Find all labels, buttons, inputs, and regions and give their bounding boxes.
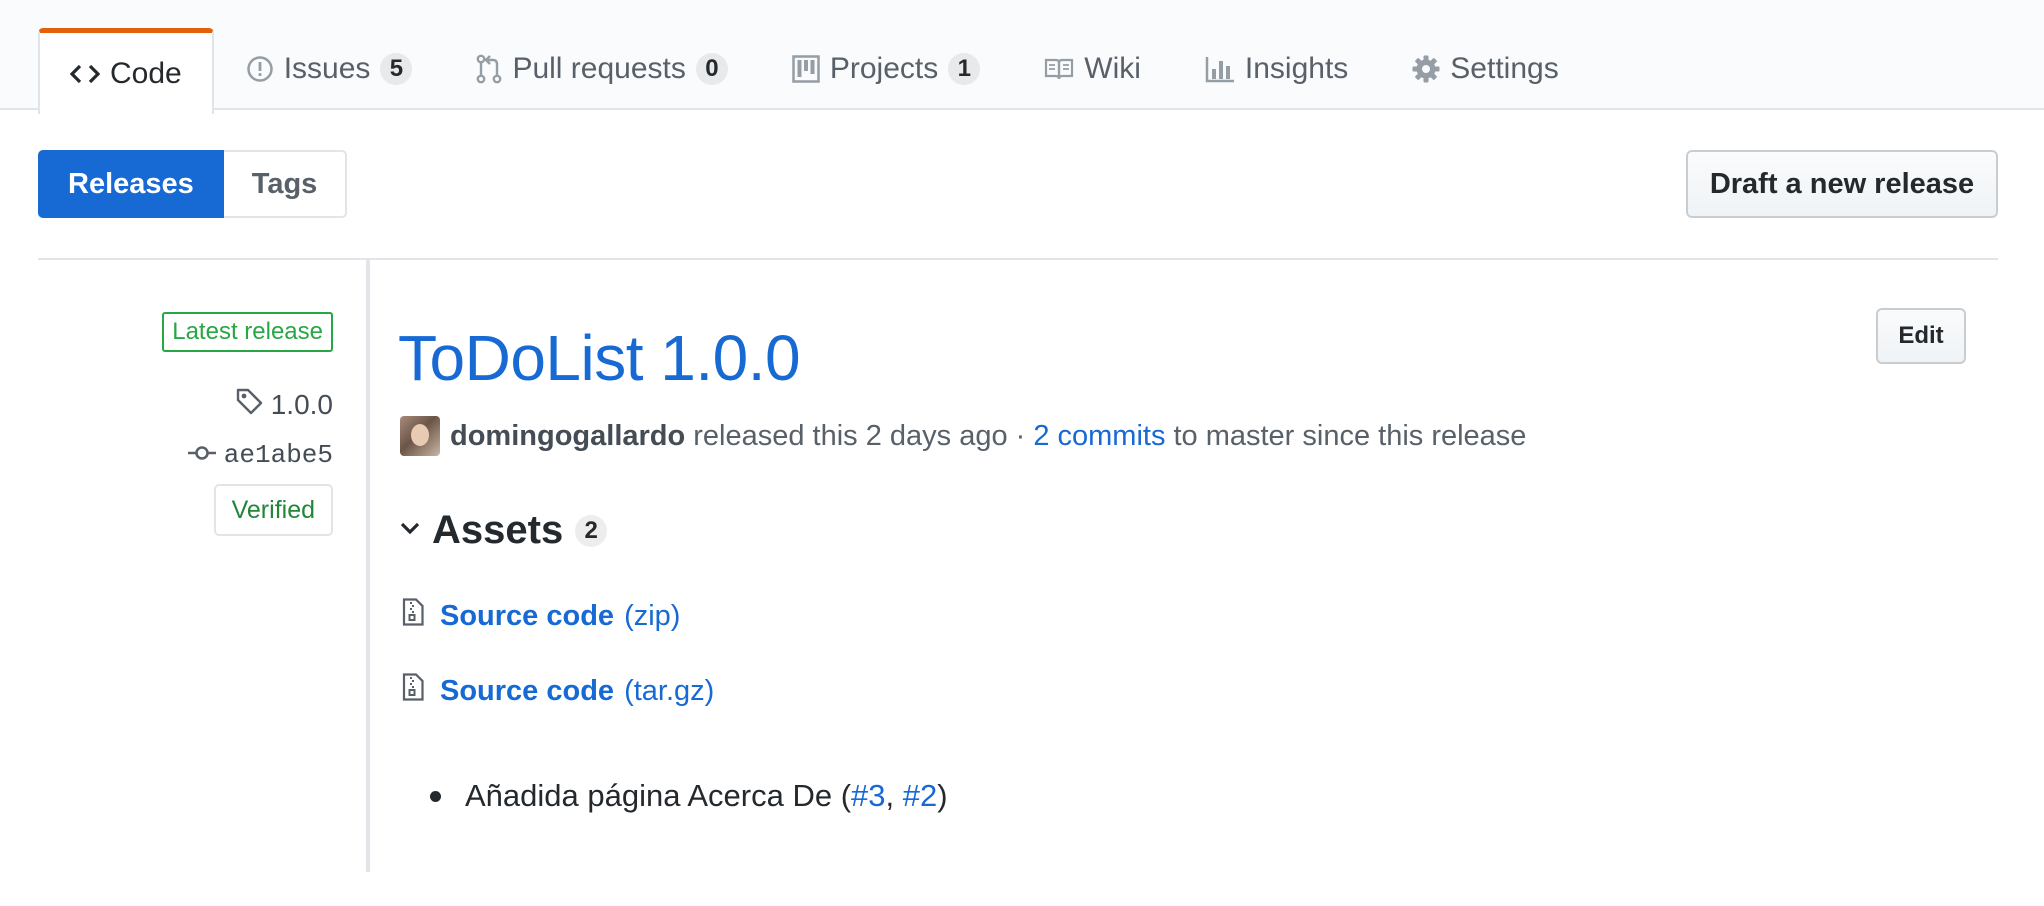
commit-sha: ae1abe5 bbox=[223, 440, 333, 470]
issue-opened-icon bbox=[246, 55, 274, 83]
git-pull-request-icon bbox=[476, 54, 502, 84]
releases-subnav: Releases Tags bbox=[38, 150, 348, 218]
divider bbox=[38, 258, 1998, 260]
project-icon bbox=[792, 55, 820, 83]
release-commit[interactable]: ae1abe5 bbox=[187, 440, 333, 470]
edit-release-button[interactable]: Edit bbox=[1876, 308, 1966, 364]
asset-kind: (zip) bbox=[624, 599, 681, 632]
notes-close: ) bbox=[937, 778, 948, 813]
asset-kind: (tar.gz) bbox=[624, 674, 715, 707]
notes-separator: , bbox=[885, 778, 903, 813]
tab-pull-requests-label: Pull requests bbox=[512, 52, 686, 85]
bullet bbox=[430, 790, 441, 802]
assets-heading: Assets bbox=[432, 508, 564, 552]
verified-badge[interactable]: Verified bbox=[213, 484, 333, 536]
issue-link-3[interactable]: #3 bbox=[851, 778, 885, 814]
tab-issues-label: Issues bbox=[283, 52, 371, 85]
tab-pull-requests[interactable]: Pull requests 0 bbox=[444, 28, 759, 110]
tags-tab[interactable]: Tags bbox=[223, 150, 348, 218]
author-link[interactable]: domingogallardo bbox=[450, 420, 685, 453]
asset-name: Source code bbox=[440, 674, 615, 707]
graph-icon bbox=[1205, 55, 1235, 83]
release-byline: domingogallardo released this 2 days ago… bbox=[400, 414, 1526, 458]
tab-settings-label: Settings bbox=[1450, 52, 1559, 85]
release-tag-label: 1.0.0 bbox=[270, 388, 333, 420]
tab-issues[interactable]: Issues 5 bbox=[214, 28, 445, 110]
issues-count-badge: 5 bbox=[380, 53, 413, 85]
asset-source-targz[interactable]: Source code (tar.gz) bbox=[402, 673, 714, 709]
avatar[interactable] bbox=[400, 416, 440, 456]
git-commit-icon bbox=[187, 440, 224, 470]
tab-code-label: Code bbox=[110, 56, 182, 90]
chevron-down-icon bbox=[400, 521, 420, 540]
releases-tab[interactable]: Releases bbox=[38, 150, 224, 218]
tab-wiki[interactable]: Wiki bbox=[1012, 28, 1173, 110]
pull-requests-count-badge: 0 bbox=[695, 53, 728, 85]
latest-release-badge: Latest release bbox=[162, 312, 333, 352]
release-notes-item: Añadida página Acerca De (#3, #2) bbox=[430, 778, 948, 814]
assets-count-badge: 2 bbox=[575, 514, 608, 547]
tab-insights[interactable]: Insights bbox=[1173, 28, 1380, 110]
tab-insights-label: Insights bbox=[1244, 52, 1349, 85]
file-zip-icon bbox=[402, 598, 424, 634]
file-zip-icon bbox=[402, 673, 424, 709]
release-timeline-divider bbox=[366, 260, 370, 872]
gear-icon bbox=[1412, 55, 1440, 83]
tag-icon bbox=[235, 387, 271, 422]
commits-link[interactable]: 2 commits bbox=[1033, 420, 1165, 453]
tab-code[interactable]: Code bbox=[38, 28, 214, 114]
tab-wiki-label: Wiki bbox=[1084, 52, 1141, 85]
tab-projects[interactable]: Projects 1 bbox=[760, 28, 1012, 110]
repo-nav: Code Issues 5 Pull requests 0 Projects 1… bbox=[38, 28, 1591, 114]
assets-toggle[interactable]: Assets 2 bbox=[400, 508, 608, 553]
since-release-text: to master since this release bbox=[1173, 419, 1527, 452]
asset-name: Source code bbox=[440, 599, 615, 632]
draft-new-release-button[interactable]: Draft a new release bbox=[1686, 150, 1998, 218]
release-title[interactable]: ToDoList 1.0.0 bbox=[398, 318, 801, 398]
release-notes-text: Añadida página Acerca De ( bbox=[465, 778, 852, 813]
book-icon bbox=[1044, 57, 1074, 81]
asset-source-zip[interactable]: Source code (zip) bbox=[402, 598, 680, 634]
tab-projects-label: Projects bbox=[829, 52, 939, 85]
tab-settings[interactable]: Settings bbox=[1380, 28, 1590, 110]
projects-count-badge: 1 bbox=[948, 53, 981, 85]
release-tag[interactable]: 1.0.0 bbox=[235, 387, 333, 422]
issue-link-2[interactable]: #2 bbox=[903, 778, 937, 814]
released-text: released this 2 days ago · bbox=[693, 419, 1026, 452]
code-icon bbox=[70, 63, 100, 85]
